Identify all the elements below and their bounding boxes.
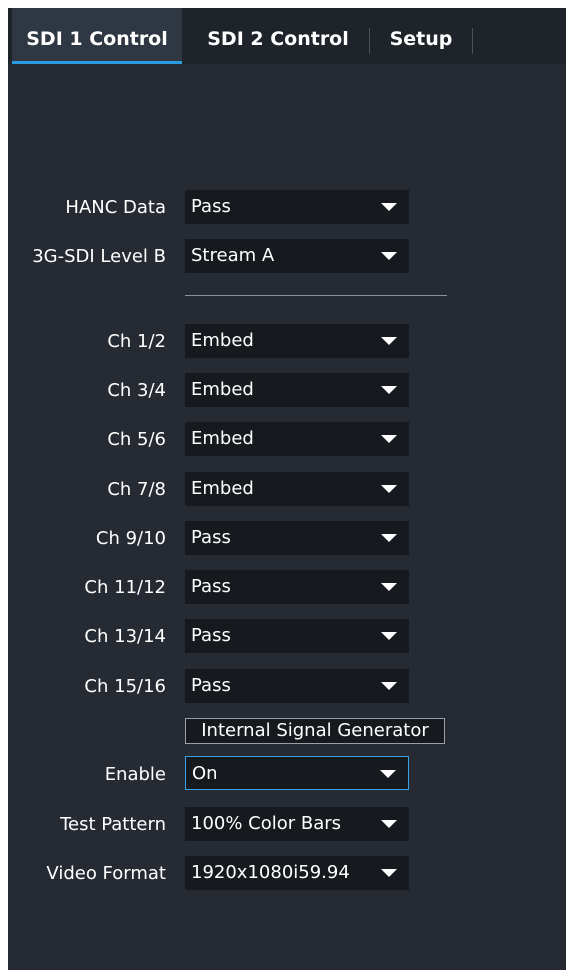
dropdown-arrow-icon xyxy=(381,485,397,493)
level-b-dropdown[interactable]: Stream A xyxy=(185,239,409,273)
dropdown-arrow-icon xyxy=(381,682,397,690)
dropdown-value: Embed xyxy=(191,428,254,449)
tab-bar: SDI 1 Control SDI 2 Control Setup xyxy=(8,8,566,64)
ch-13-14-dropdown[interactable]: Pass xyxy=(185,619,409,653)
video-format-dropdown[interactable]: 1920x1080i59.94 xyxy=(185,856,409,890)
dropdown-arrow-icon xyxy=(381,583,397,591)
dropdown-value: Pass xyxy=(191,675,231,696)
ch-3-4-dropdown[interactable]: Embed xyxy=(185,373,409,407)
tab-setup[interactable]: Setup xyxy=(376,8,466,64)
dropdown-arrow-icon xyxy=(381,386,397,394)
hanc-data-dropdown[interactable]: Pass xyxy=(185,190,409,224)
tab-divider xyxy=(369,28,370,54)
ch-9-10-label: Ch 9/10 xyxy=(95,528,166,549)
ch-11-12-dropdown[interactable]: Pass xyxy=(185,570,409,604)
tab-sdi1-control[interactable]: SDI 1 Control xyxy=(12,8,182,64)
ch-7-8-label: Ch 7/8 xyxy=(107,479,166,500)
tab-divider xyxy=(472,28,473,54)
dropdown-value: Embed xyxy=(191,330,254,351)
signal-generator-header: Internal Signal Generator xyxy=(185,718,445,744)
dropdown-value: Pass xyxy=(191,625,231,646)
ch-1-2-label: Ch 1/2 xyxy=(107,331,166,352)
dropdown-arrow-icon xyxy=(381,337,397,345)
ch-15-16-dropdown[interactable]: Pass xyxy=(185,669,409,703)
tab-label: SDI 2 Control xyxy=(207,28,349,50)
dropdown-arrow-icon xyxy=(381,435,397,443)
test-pattern-dropdown[interactable]: 100% Color Bars xyxy=(185,807,409,841)
dropdown-value: Embed xyxy=(191,478,254,499)
dropdown-arrow-icon xyxy=(381,252,397,260)
dropdown-arrow-icon xyxy=(380,770,396,778)
hanc-data-label: HANC Data xyxy=(65,197,166,218)
test-pattern-label: Test Pattern xyxy=(60,814,166,835)
dropdown-arrow-icon xyxy=(381,820,397,828)
dropdown-arrow-icon xyxy=(381,632,397,640)
ch-5-6-dropdown[interactable]: Embed xyxy=(185,422,409,456)
dropdown-value: 1920x1080i59.94 xyxy=(191,862,350,883)
enable-label: Enable xyxy=(104,764,166,785)
dropdown-value: On xyxy=(192,763,218,784)
dropdown-arrow-icon xyxy=(381,869,397,877)
tab-label: SDI 1 Control xyxy=(26,28,168,50)
ch-7-8-dropdown[interactable]: Embed xyxy=(185,472,409,506)
enable-dropdown[interactable]: On xyxy=(185,756,409,790)
ch-5-6-label: Ch 5/6 xyxy=(107,429,166,450)
dropdown-arrow-icon xyxy=(381,534,397,542)
ch-9-10-dropdown[interactable]: Pass xyxy=(185,521,409,555)
dropdown-value: Pass xyxy=(191,196,231,217)
ch-1-2-dropdown[interactable]: Embed xyxy=(185,324,409,358)
dropdown-arrow-icon xyxy=(381,203,397,211)
dropdown-value: Pass xyxy=(191,576,231,597)
tab-sdi2-control[interactable]: SDI 2 Control xyxy=(192,8,364,64)
sdi-control-panel: SDI 1 Control SDI 2 Control Setup HANC D… xyxy=(8,8,566,970)
dropdown-value: Embed xyxy=(191,379,254,400)
tab-label: Setup xyxy=(389,28,453,50)
ch-11-12-label: Ch 11/12 xyxy=(84,577,166,598)
ch-13-14-label: Ch 13/14 xyxy=(84,626,166,647)
active-tab-indicator xyxy=(12,61,182,64)
ch-15-16-label: Ch 15/16 xyxy=(84,676,166,697)
section-divider xyxy=(185,295,447,296)
dropdown-value: 100% Color Bars xyxy=(191,813,342,834)
ch-3-4-label: Ch 3/4 xyxy=(107,380,166,401)
video-format-label: Video Format xyxy=(46,863,166,884)
dropdown-value: Pass xyxy=(191,527,231,548)
dropdown-value: Stream A xyxy=(191,245,275,266)
level-b-label: 3G-SDI Level B xyxy=(32,246,166,267)
